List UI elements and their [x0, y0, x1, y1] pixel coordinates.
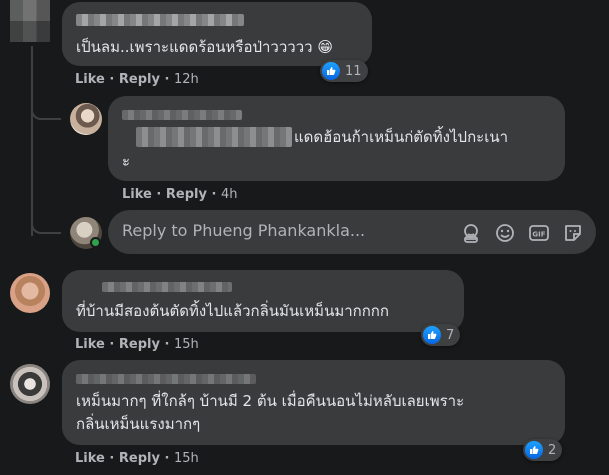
gif-icon[interactable]: GIF	[528, 222, 550, 244]
thread-branch	[31, 212, 61, 234]
comment-text: เป็นลม..เพราะแดดร้อนหรือป่าววววว 😁	[76, 36, 333, 58]
redacted-author-name[interactable]	[102, 282, 232, 292]
like-button[interactable]: Like	[75, 337, 105, 352]
thread-line	[31, 46, 33, 236]
svg-text:GIF: GIF	[532, 231, 545, 239]
comment-text-body: เป็นลม..เพราะแดดร้อนหรือป่าววววว	[76, 38, 313, 56]
reply-input[interactable]: Reply to Phueng Phankankla... GIF	[108, 210, 596, 254]
separator: ·	[164, 72, 170, 87]
separator: ·	[164, 337, 170, 352]
reply-bubble-1: แดดฮ้อนก้าเหม็นก่ตัดทิ้งไปกะเนา ะ	[108, 96, 565, 181]
like-reaction-icon	[322, 62, 340, 80]
reply-input-placeholder: Reply to Phueng Phankankla...	[122, 221, 366, 240]
thread-branch	[31, 100, 61, 120]
reply-text: แดดฮ้อนก้าเหม็นก่ตัดทิ้งไปกะเนา	[294, 128, 509, 146]
reaction-count: 2	[548, 442, 557, 458]
like-reaction-icon	[423, 326, 441, 344]
redacted-author-name[interactable]	[76, 14, 244, 26]
avatar-commenter-1[interactable]	[10, 0, 50, 42]
like-button[interactable]: Like	[75, 72, 105, 87]
separator: ·	[109, 451, 115, 466]
emoji-icon[interactable]	[494, 222, 516, 244]
separator: ·	[109, 337, 115, 352]
online-status-dot	[90, 237, 101, 248]
reply-text-line2: ะ	[122, 152, 131, 170]
grin-emoji-icon: 😁	[317, 38, 333, 56]
separator: ·	[109, 72, 115, 87]
comment-actions-1: Like · Reply · 12h	[75, 72, 199, 87]
like-button[interactable]: Like	[75, 451, 105, 466]
timestamp[interactable]: 15h	[174, 451, 199, 466]
reply-actions-1: Like · Reply · 4h	[122, 187, 237, 202]
comment-actions-2: Like · Reply · 15h	[75, 337, 199, 352]
timestamp[interactable]: 15h	[174, 337, 199, 352]
redacted-author-name[interactable]	[122, 110, 242, 120]
reaction-count-badge[interactable]: 7	[421, 324, 461, 346]
timestamp[interactable]: 12h	[174, 72, 199, 87]
comment-actions-3: Like · Reply · 15h	[75, 451, 199, 466]
avatar-sticker-icon[interactable]	[460, 222, 482, 244]
like-reaction-icon	[525, 441, 543, 459]
reaction-count-badge[interactable]: 11	[320, 60, 368, 82]
avatar-commenter-3[interactable]	[10, 364, 50, 404]
reaction-count-badge[interactable]: 2	[523, 439, 563, 461]
reply-button[interactable]: Reply	[119, 72, 160, 87]
like-button[interactable]: Like	[122, 187, 152, 202]
reply-button[interactable]: Reply	[119, 451, 160, 466]
reply-button[interactable]: Reply	[166, 187, 207, 202]
comment-text: ที่บ้านมีสองต้นตัดทิ้งไปแล้วกลิ่นมันเหม็…	[76, 302, 389, 320]
avatar-replier[interactable]	[70, 103, 102, 135]
comment-bubble-3: เหม็นมากๆ ที่ใกล้ๆ บ้านมี 2 ต้น เมื่อคืน…	[62, 360, 565, 445]
comment-text-line2: กลิ่นเหม็นแรงมากๆ	[76, 415, 201, 433]
reply-button[interactable]: Reply	[119, 337, 160, 352]
separator: ·	[164, 451, 170, 466]
comment-bubble-2: ที่บ้านมีสองต้นตัดทิ้งไปแล้วกลิ่นมันเหม็…	[62, 270, 464, 332]
reaction-count: 11	[345, 63, 362, 79]
comment-text: เหม็นมากๆ ที่ใกล้ๆ บ้านมี 2 ต้น เมื่อคืน…	[76, 392, 465, 410]
avatar-commenter-2[interactable]	[10, 273, 50, 313]
redacted-mention[interactable]	[136, 127, 292, 147]
separator: ·	[156, 187, 162, 202]
reaction-count: 7	[446, 327, 455, 343]
sticker-icon[interactable]	[562, 222, 584, 244]
separator: ·	[211, 187, 217, 202]
timestamp[interactable]: 4h	[221, 187, 238, 202]
comment-bubble-1: เป็นลม..เพราะแดดร้อนหรือป่าววววว 😁	[62, 2, 372, 66]
redacted-author-name[interactable]	[76, 374, 256, 384]
